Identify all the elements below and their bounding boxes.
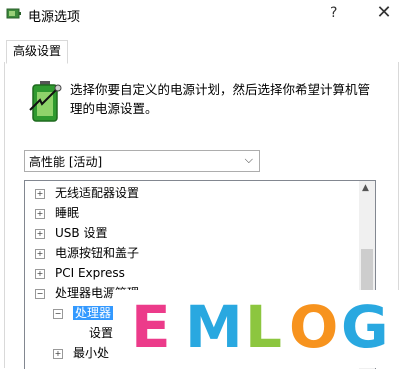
expand-icon[interactable]: + (35, 209, 45, 219)
collapse-icon[interactable]: − (53, 309, 63, 319)
description-text: 选择你要自定义的电源计划，然后选择你希望计算机管理的电源设置。 (70, 82, 371, 116)
close-button[interactable]: ✕ (373, 2, 395, 24)
tree-item-wireless[interactable]: + 无线适配器设置 (35, 184, 139, 202)
battery-icon (29, 81, 62, 122)
tree-item-sleep[interactable]: + 睡眠 (35, 204, 79, 222)
expand-icon[interactable]: + (53, 349, 63, 359)
expand-icon[interactable]: + (35, 249, 45, 259)
tree-item-power-buttons[interactable]: + 电源按钮和盖子 (35, 244, 139, 262)
tree-item-usb[interactable]: + USB 设置 (35, 224, 107, 242)
power-plan-select[interactable]: 高性能 [活动] ⌵ (24, 150, 260, 172)
watermark-letter: E (131, 293, 171, 361)
tree-item-label: USB 设置 (55, 226, 108, 240)
expand-icon[interactable]: + (35, 229, 45, 239)
power-plan-value: 高性能 [活动] (29, 155, 103, 169)
tree-item-processor-state[interactable]: − 处理器 (53, 304, 114, 322)
tree-item-label: PCI Express (55, 266, 125, 280)
scroll-up-icon[interactable]: ▲ (362, 183, 369, 193)
emlog-watermark: E M L O G (113, 290, 403, 368)
tree-item-setting[interactable]: 设置 (89, 324, 113, 342)
help-button[interactable]: ? (330, 5, 337, 21)
tree-item-label: 设置 (89, 326, 114, 340)
expand-icon[interactable]: + (35, 269, 45, 279)
watermark-letter: O (289, 293, 339, 361)
tree-item-min-processor[interactable]: + 最小处 (53, 344, 109, 362)
watermark-letter: G (341, 293, 389, 361)
tree-item-label: 睡眠 (55, 206, 80, 220)
tree-item-label: 处理器 (73, 306, 114, 320)
chevron-down-icon: ⌵ (244, 153, 253, 166)
expand-icon[interactable]: + (35, 189, 45, 199)
tab-advanced-settings[interactable]: 高级设置 (6, 40, 69, 64)
tree-item-pci-express[interactable]: + PCI Express (35, 264, 125, 282)
tree-item-label: 无线适配器设置 (55, 186, 140, 200)
power-options-icon (6, 8, 21, 19)
watermark-letter: L (245, 293, 282, 361)
tree-item-label: 电源按钮和盖子 (55, 246, 140, 260)
collapse-icon[interactable]: − (35, 289, 45, 299)
title-bar: 电源选项 ? ✕ (0, 0, 403, 30)
watermark-letter: M (185, 293, 243, 361)
window-title: 电源选项 (28, 10, 81, 25)
tree-item-label: 最小处 (73, 346, 110, 360)
